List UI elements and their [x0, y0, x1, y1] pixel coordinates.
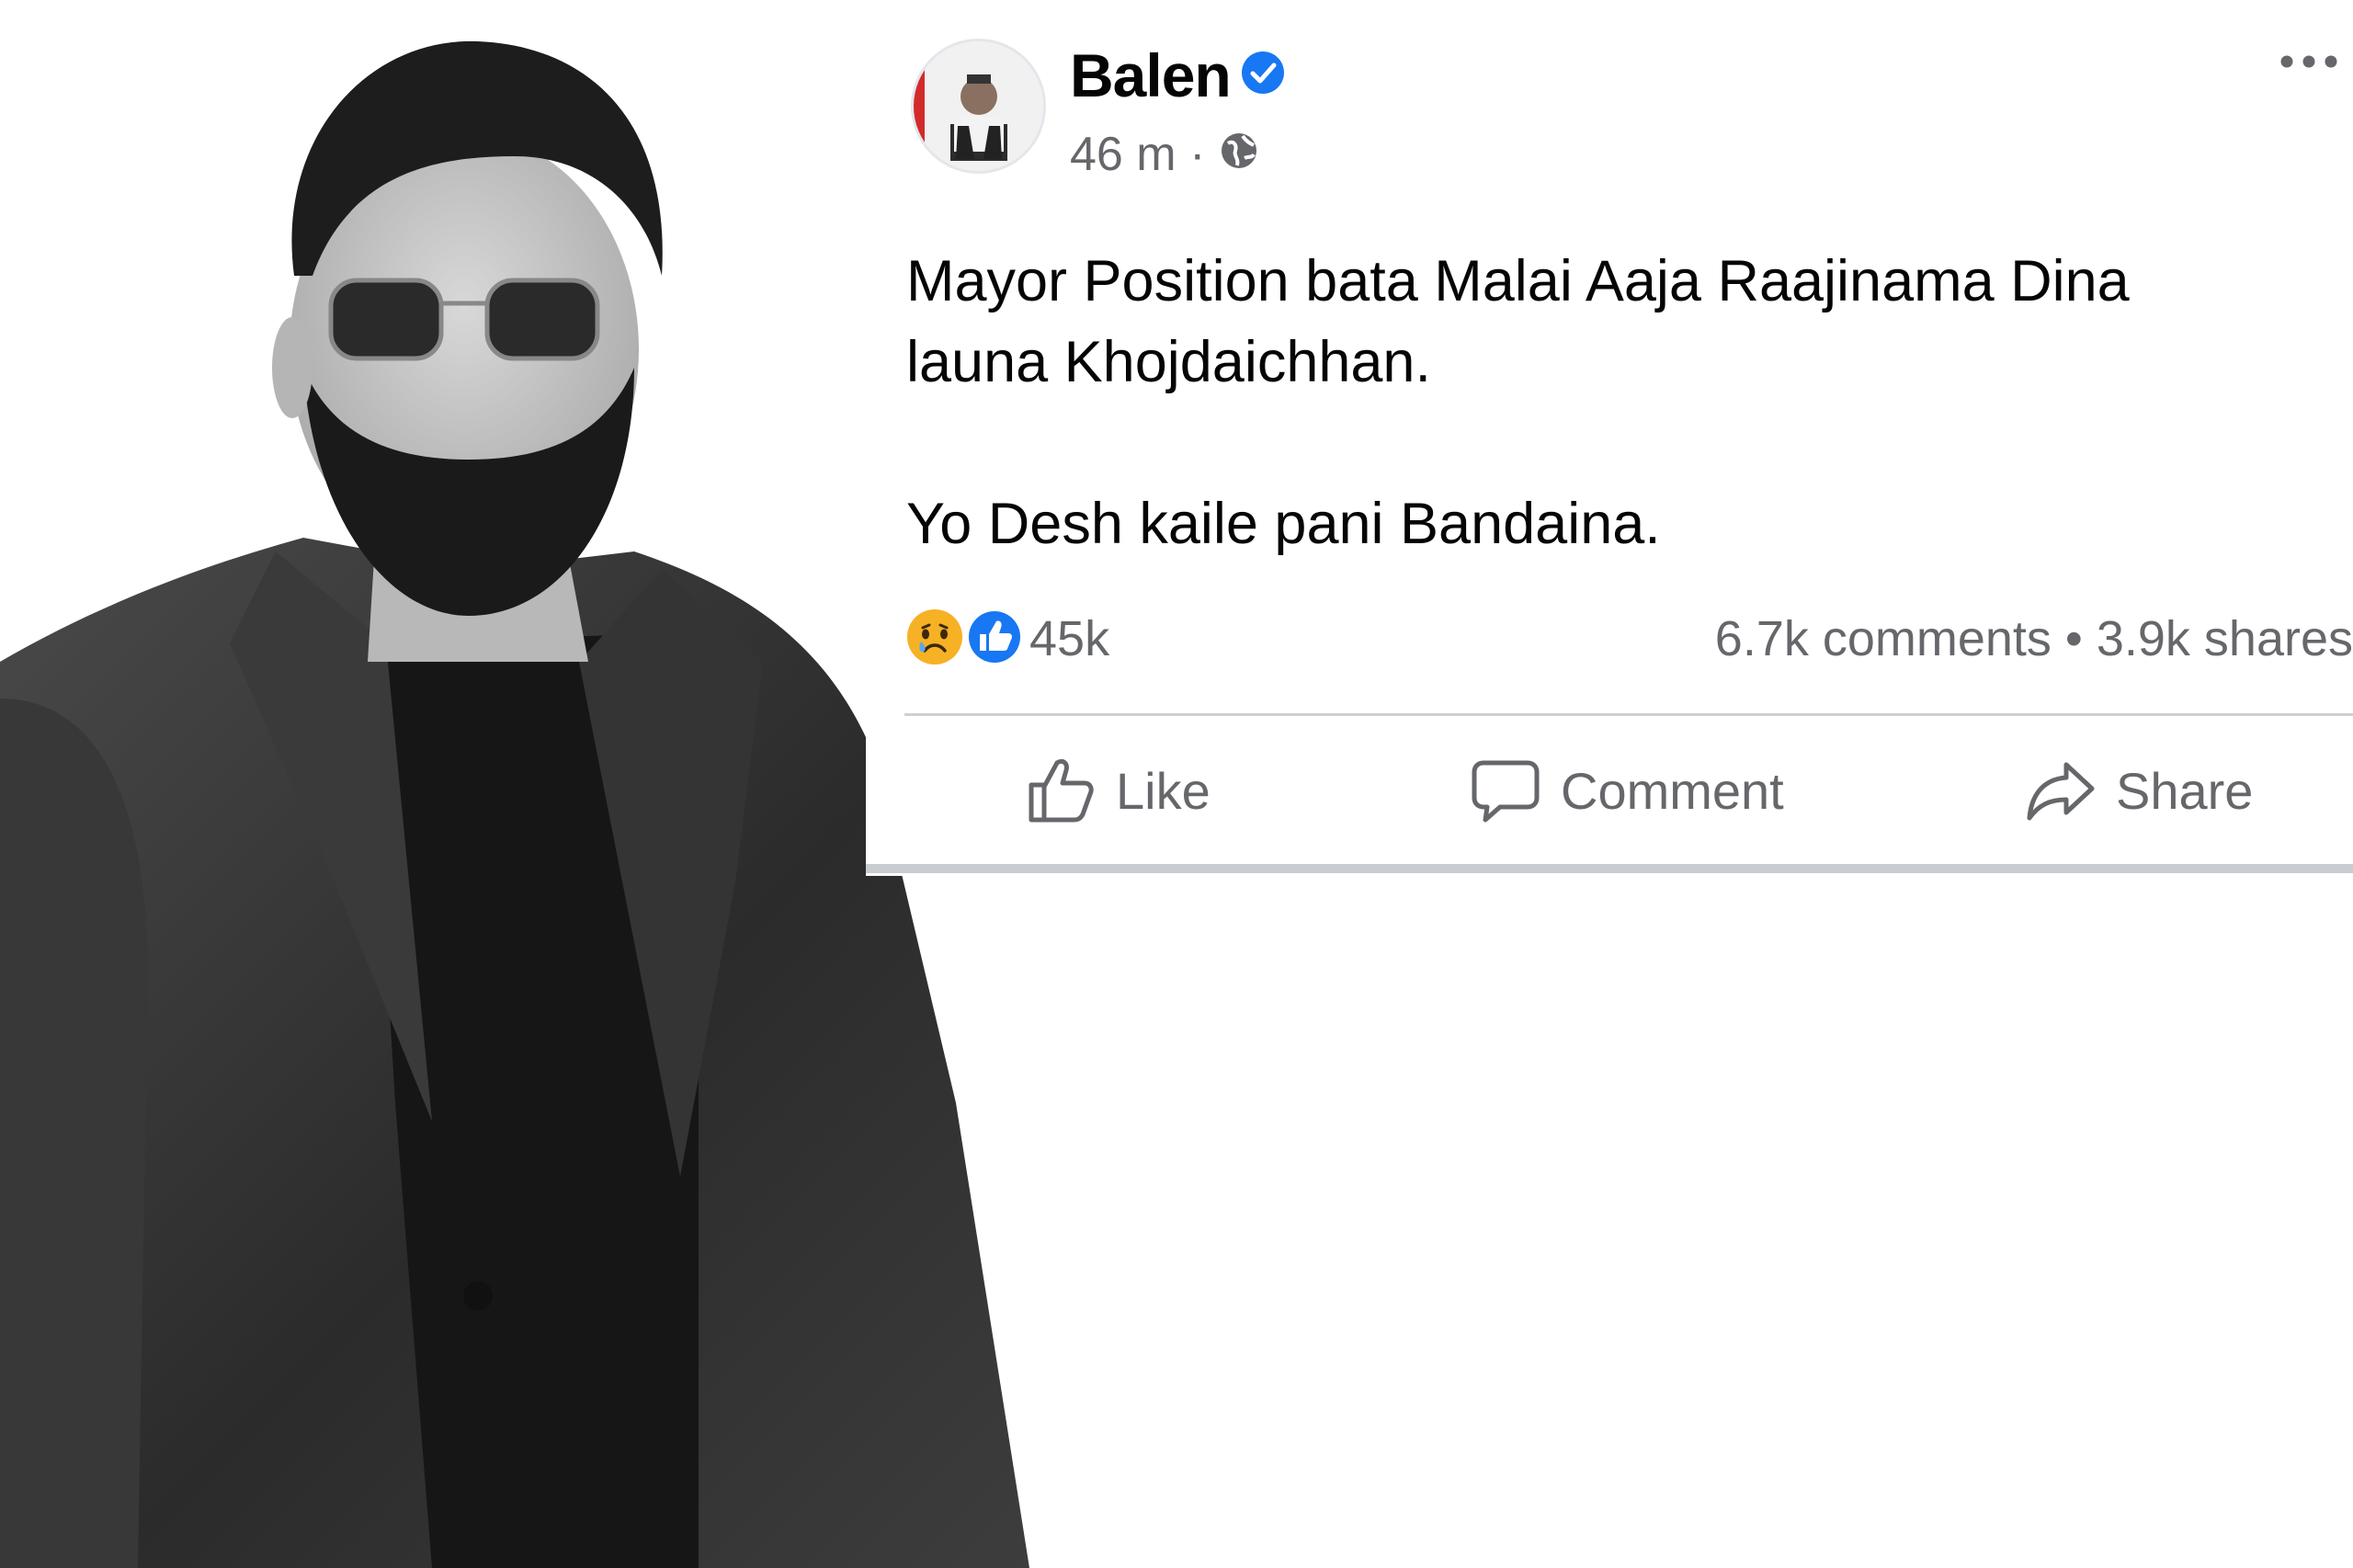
share-button[interactable]: Share — [2026, 749, 2253, 832]
comment-label: Comment — [1561, 761, 1784, 820]
time-separator: · — [1189, 128, 1206, 181]
like-reaction-icon — [966, 608, 1023, 665]
facebook-post-card: Balen 46 m · Mayor Position bata Malai A… — [866, 0, 2353, 876]
share-arrow-icon — [2027, 762, 2095, 821]
post-text-line: Yo Desh kaile pani Bandaina. — [906, 492, 1661, 556]
post-text-line: launa Khojdaichhan. — [906, 330, 1431, 394]
reaction-count[interactable]: 45k — [1029, 610, 1109, 667]
verified-badge-icon — [1242, 51, 1284, 94]
divider — [866, 864, 2353, 873]
post-time-value: 46 m — [1070, 128, 1176, 181]
post-body-text: Mayor Position bata Malai Aaja Raajinama… — [906, 241, 2322, 564]
more-options-icon[interactable] — [2274, 48, 2347, 75]
like-button[interactable]: Like — [1026, 749, 1211, 832]
reaction-icons[interactable] — [904, 607, 1028, 667]
post-timestamp[interactable]: 46 m · — [1070, 127, 1205, 182]
comment-bubble-icon — [1472, 760, 1540, 823]
comments-shares-count[interactable]: 6.7k comments • 3.9k shares — [1715, 610, 2353, 667]
author-avatar[interactable] — [911, 39, 1046, 174]
globe-icon — [1222, 133, 1256, 168]
author-name[interactable]: Balen — [1070, 40, 1232, 110]
post-text-line: Mayor Position bata Malai Aaja Raajinama… — [906, 249, 2130, 313]
divider — [904, 713, 2353, 716]
share-label: Share — [2116, 761, 2254, 820]
sad-reaction-icon — [907, 609, 962, 665]
like-label: Like — [1116, 761, 1211, 820]
comment-button[interactable]: Comment — [1471, 749, 1784, 832]
thumbs-up-icon — [1029, 758, 1094, 823]
